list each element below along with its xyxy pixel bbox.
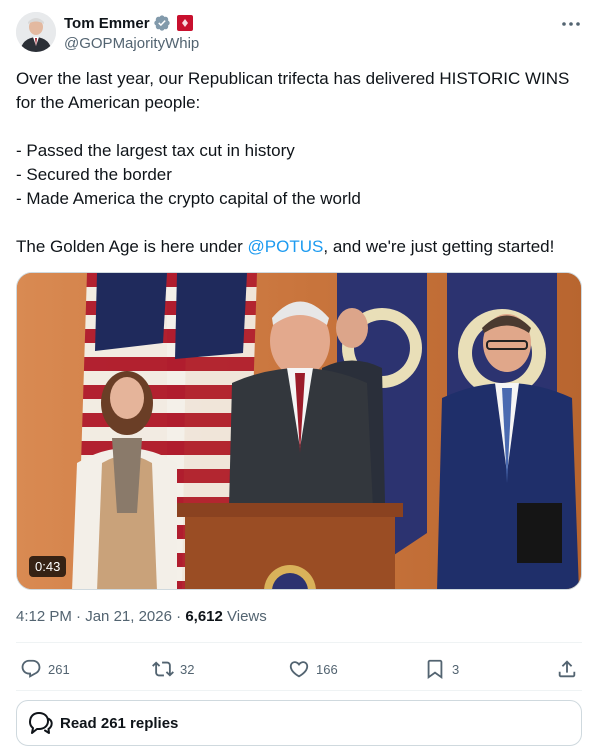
tweet-time[interactable]: 4:12 PM: [16, 608, 72, 625]
author-name[interactable]: Tom Emmer: [64, 15, 150, 32]
closing-line: The Golden Age is here under @POTUS, and…: [16, 235, 582, 259]
video-duration: 0:43: [29, 556, 67, 577]
podium: [177, 503, 403, 589]
reply-button[interactable]: 261: [20, 654, 70, 684]
video-player[interactable]: 0:43: [16, 272, 582, 590]
retweet-icon: [152, 661, 174, 677]
read-replies-label: Read 261 replies: [60, 714, 179, 732]
tweet-text: Over the last year, our Republican trife…: [16, 67, 582, 259]
tweet-header: Tom Emmer @GOPMajorityWhip: [16, 12, 582, 54]
tweet-line: Over the last year, our Republican trife…: [16, 69, 570, 88]
avatar[interactable]: [16, 12, 56, 52]
share-upload-icon: [558, 660, 576, 678]
bullet-item: - Made America the crypto capital of the…: [16, 189, 361, 208]
action-bar: 261 32 166 3: [16, 654, 582, 684]
bookmark-count: 3: [452, 661, 460, 677]
author-block: Tom Emmer @GOPMajorityWhip: [64, 13, 199, 53]
tweet-line: for the American people:: [16, 93, 201, 112]
views-label: Views: [222, 608, 267, 625]
like-button[interactable]: 166: [288, 654, 338, 684]
meta-separator: ·: [171, 608, 186, 625]
more-dots-icon[interactable]: [560, 14, 582, 34]
meta-separator: ·: [71, 608, 86, 625]
reply-count: 261: [48, 661, 70, 677]
closing-suffix: , and we're just getting started!: [323, 237, 555, 256]
divider: [16, 642, 582, 643]
tweet-date[interactable]: Jan 21, 2026: [85, 608, 172, 625]
mention-link[interactable]: @POTUS: [248, 237, 324, 256]
reply-bubble-icon: [21, 659, 41, 678]
house-flag-icon: [176, 15, 193, 31]
verified-badge-icon: [153, 15, 170, 31]
read-replies-button[interactable]: Read 261 replies: [16, 700, 582, 746]
views-count: 6,612: [185, 608, 223, 625]
closing-prefix: The Golden Age is here under: [16, 237, 248, 256]
author-handle[interactable]: @GOPMajorityWhip: [64, 35, 199, 52]
replies-bubbles-icon: [29, 712, 53, 734]
divider: [16, 690, 582, 691]
tweet-meta: 4:12 PM · Jan 21, 2026 · 6,612 Views: [16, 608, 267, 625]
retweet-count: 32: [180, 661, 195, 677]
bookmark-icon: [427, 659, 443, 680]
bookmark-button[interactable]: 3: [424, 654, 459, 684]
retweet-button[interactable]: 32: [152, 654, 194, 684]
heart-icon: [289, 661, 309, 678]
like-count: 166: [316, 661, 338, 677]
share-button[interactable]: [556, 654, 578, 684]
bullet-item: - Passed the largest tax cut in history: [16, 141, 295, 160]
bullet-item: - Secured the border: [16, 165, 172, 184]
